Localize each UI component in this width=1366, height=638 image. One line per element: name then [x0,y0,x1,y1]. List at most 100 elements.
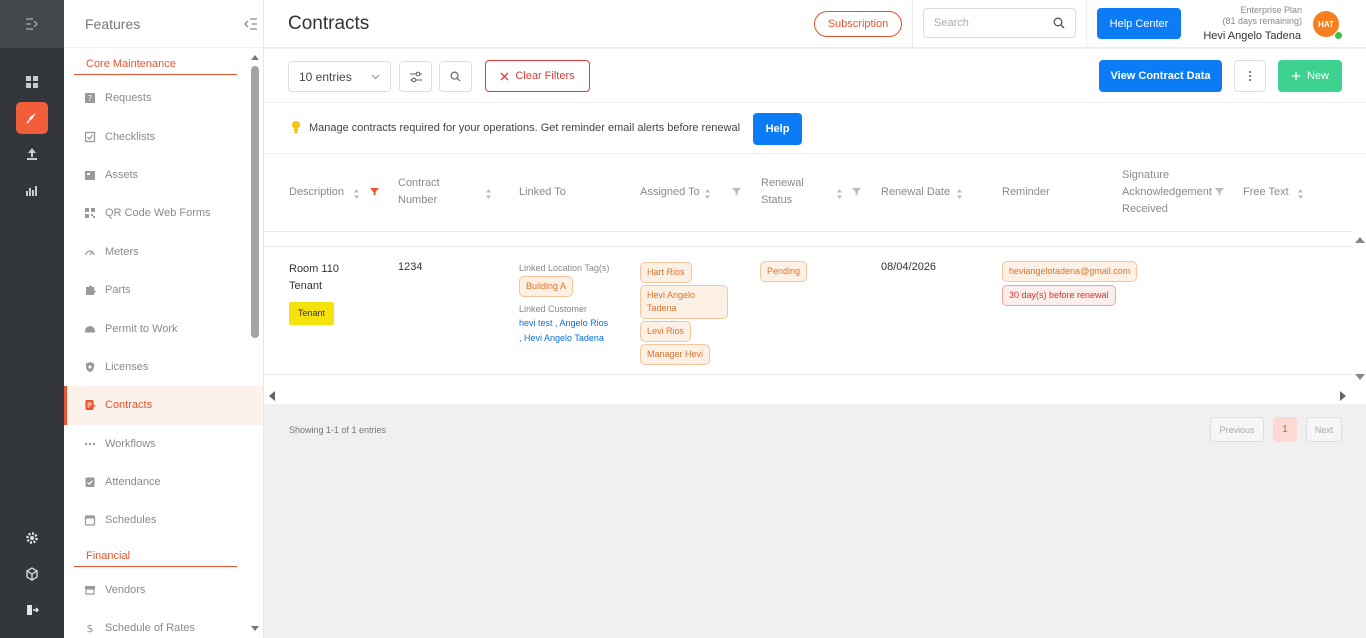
customer-link[interactable]: Hevi Angelo Tadena [524,333,604,343]
reminder-days-chip: 30 day(s) before renewal [1002,285,1116,306]
sidebar-item-permit-to-work[interactable]: Permit to Work [64,309,263,347]
expand-menu-button[interactable] [0,0,64,48]
entries-select[interactable]: 10 entries [288,61,391,92]
next-page-button[interactable]: Next [1306,417,1342,442]
sidebar-item-requests[interactable]: ? Requests [64,79,263,117]
column-header-assigned-to[interactable]: Assigned To [640,184,700,201]
assignee-line: Hevi Angelo [647,290,696,300]
scroll-up-arrow-icon[interactable] [251,54,259,60]
sidebar-item-qr-code-web-forms[interactable]: QR Code Web Forms [64,194,263,232]
column-header-free-text[interactable]: Free Text [1243,184,1289,201]
vendor-icon [83,583,97,597]
assignee-chip[interactable]: Manager Hevi [640,344,711,365]
scroll-down-arrow-icon[interactable] [251,626,259,632]
sidebar-item-assets[interactable]: Assets [64,156,263,194]
column-header-renewal-date[interactable]: Renewal Date [881,184,950,201]
sort-icon[interactable] [353,188,360,200]
collapse-icon[interactable] [243,17,259,30]
search-icon[interactable] [1053,17,1065,29]
sort-icon[interactable] [956,188,963,200]
sidebar-item-meters[interactable]: Meters [64,233,263,271]
sidebar-item-vendors[interactable]: Vendors [64,571,263,609]
new-button[interactable]: New [1278,60,1342,92]
info-text: Manage contracts required for your opera… [309,122,741,134]
filter-icon[interactable] [732,187,741,196]
contract-icon [83,398,97,412]
help-button[interactable]: Help [753,113,802,145]
close-icon [500,72,509,80]
sidebar-item-checklists[interactable]: Checklists [64,117,263,155]
assignee-chip[interactable]: Levi Rios [640,321,692,342]
location-tag[interactable]: Building A [519,276,574,297]
scroll-right-icon[interactable] [1340,391,1346,401]
search-button[interactable] [439,61,472,92]
sidebar-scrollbar-thumb[interactable] [251,66,259,338]
search-input[interactable] [934,17,1044,29]
sidebar-scrollbar[interactable] [251,54,259,638]
table-scroll-up-icon[interactable] [1355,236,1365,243]
clear-filters-button[interactable]: Clear Filters [485,60,590,92]
sidebar-item-workflows[interactable]: Workflows [64,425,263,463]
plus-icon [1291,72,1300,80]
features-sidebar: Features Core Maintenance ? Requests Che… [64,0,264,638]
sidebar-item-label: Requests [105,92,152,105]
scroll-left-icon[interactable] [269,391,275,401]
assignee-line: Tadena [647,303,677,313]
logout-button[interactable] [16,594,48,626]
subscription-button[interactable]: Subscription [814,11,902,37]
sidebar-item-attendance[interactable]: Attendance [64,463,263,501]
analytics-button[interactable] [16,174,48,206]
table-footer: Showing 1-1 of 1 entries Previous 1 Next [264,404,1366,638]
separator: , [552,318,560,328]
customer-link[interactable]: hevi test [519,318,553,328]
table-row[interactable]: Room 110 Tenant Tenant 1234 Linked Locat… [264,247,1352,375]
sort-icon[interactable] [704,188,711,200]
previous-page-button[interactable]: Previous [1210,417,1264,442]
sort-icon[interactable] [836,188,843,200]
filter-icon[interactable] [852,187,861,196]
calendar-icon [83,513,97,527]
column-header-description[interactable]: Description [289,184,344,201]
expand-icon [26,18,39,30]
sort-icon[interactable] [1297,188,1304,200]
sort-icon[interactable] [485,188,492,200]
dashboard-button[interactable] [16,66,48,98]
search-box[interactable] [923,8,1076,38]
page-1-button[interactable]: 1 [1273,417,1297,442]
customer-link[interactable]: Angelo Rios [560,318,609,328]
assignee-chip[interactable]: Hevi Angelo Tadena [640,285,728,319]
sidebar-item-schedules[interactable]: Schedules [64,501,263,539]
sidebar-item-label: Permit to Work [105,322,178,335]
package-button[interactable] [16,558,48,590]
table-spacer [264,232,1352,247]
description-line: Room 110 [289,263,339,275]
assignee-chip[interactable]: Hart Rios [640,262,692,283]
user-name[interactable]: Hevi Angelo Tadena [1188,30,1301,42]
view-contract-data-button[interactable]: View Contract Data [1099,60,1222,92]
settings-button[interactable] [16,522,48,554]
sidebar-item-contracts[interactable]: Contracts [64,386,263,425]
features-title: Features [85,15,141,32]
filter-active-icon[interactable] [370,187,379,196]
help-center-button[interactable]: Help Center [1097,8,1181,39]
filter-icon[interactable] [1215,187,1227,196]
column-header-renewal-status[interactable]: Renewal Status [761,175,804,209]
sidebar-item-licenses[interactable]: Licenses [64,348,263,386]
page-title: Contracts [288,13,370,34]
column-header-contract-number[interactable]: Contract Number [398,175,440,209]
table-scroll-down-icon[interactable] [1355,374,1365,381]
sidebar-item-parts[interactable]: Parts [64,271,263,309]
column-header-signature-acknowledgement[interactable]: Signature Acknowledgement Received [1122,167,1212,218]
features-button[interactable] [16,102,48,134]
header-line: Acknowledgement [1122,186,1212,198]
more-options-button[interactable] [1234,60,1266,92]
sidebar-item-label: Assets [105,168,139,181]
upload-button[interactable] [16,138,48,170]
column-settings-button[interactable] [399,61,432,92]
asset-icon [83,168,97,182]
meter-icon [83,245,97,259]
permit-icon [83,322,97,336]
table-horizontal-scrollbar[interactable] [264,388,1350,404]
sidebar-item-schedule-of-rates[interactable]: $ Schedule of Rates [64,609,263,638]
cube-icon [26,567,38,581]
